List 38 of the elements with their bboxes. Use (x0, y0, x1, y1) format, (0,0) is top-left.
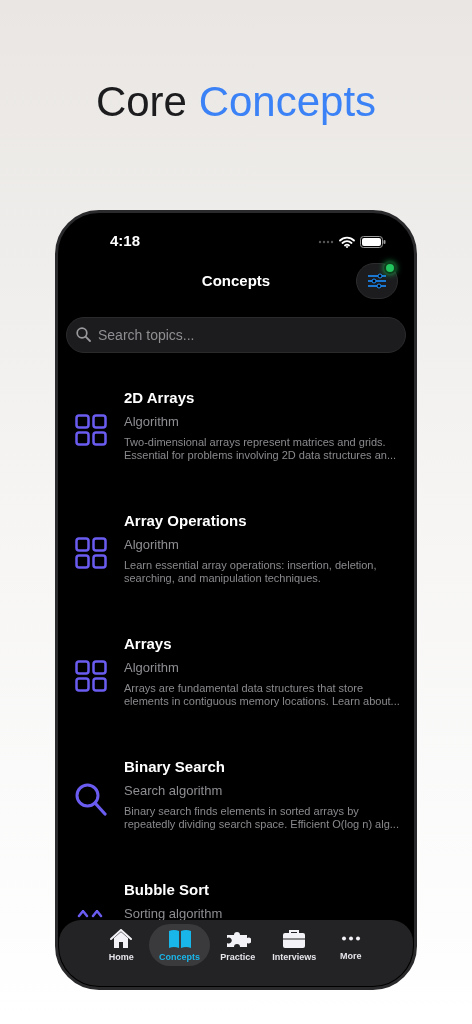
wifi-icon (339, 235, 355, 248)
briefcase-icon (282, 928, 307, 949)
tab[interactable]: Home (93, 924, 150, 966)
tab[interactable]: More (322, 924, 379, 966)
signal-icon (318, 239, 334, 244)
topic-title[interactable]: Bubble Sort (124, 880, 223, 900)
topic-category: Algorithm (124, 537, 180, 553)
grid-icon (75, 537, 107, 569)
home-icon (110, 928, 133, 949)
topic-category: Search algorithm (124, 783, 224, 799)
topic-description: Arrays are fundamental data structures that store elements in contiguous memory locations. Learn about... (124, 682, 401, 707)
topic-description: Two-dimensional arrays represent matrices and grids. Essential for problems involving 2D data structures an... (124, 436, 398, 461)
book-icon (167, 928, 192, 949)
topic-title[interactable]: Arrays (124, 634, 404, 654)
search-icon (76, 327, 91, 342)
status-time: 4:18 (110, 231, 141, 252)
battery-icon (360, 235, 386, 248)
search-icon (75, 783, 107, 816)
topic-description: Learn essential array operations: insertion, deletion, searching, and manipulation techniques. (124, 559, 378, 584)
topic-description: Binary search finds elements in sorted arrays by repeatedly dividing search space. Efficient O(log n) alg... (124, 805, 400, 830)
headline-accent: Concepts (198, 78, 377, 125)
tab[interactable]: Concepts (149, 924, 210, 966)
filter-button[interactable] (356, 263, 398, 299)
topic-category: Algorithm (124, 660, 180, 676)
tab[interactable]: Interviews (266, 924, 323, 966)
more-icon (340, 936, 361, 941)
sliders-icon (367, 273, 387, 289)
topic-title[interactable]: Binary Search (124, 757, 404, 777)
topic-category: Sorting algorithm (124, 906, 223, 922)
topic-title[interactable]: 2D Arrays (124, 388, 404, 408)
search-field[interactable]: Search topics... (66, 317, 406, 353)
headline-lead: Core (95, 78, 187, 125)
grid-icon (75, 660, 107, 692)
tab[interactable]: Practice (209, 924, 267, 966)
topic-category: Algorithm (124, 414, 180, 430)
screen-title: Concepts (201, 270, 271, 291)
grid-icon (75, 414, 107, 446)
topic-title[interactable]: Array Operations (124, 511, 404, 531)
